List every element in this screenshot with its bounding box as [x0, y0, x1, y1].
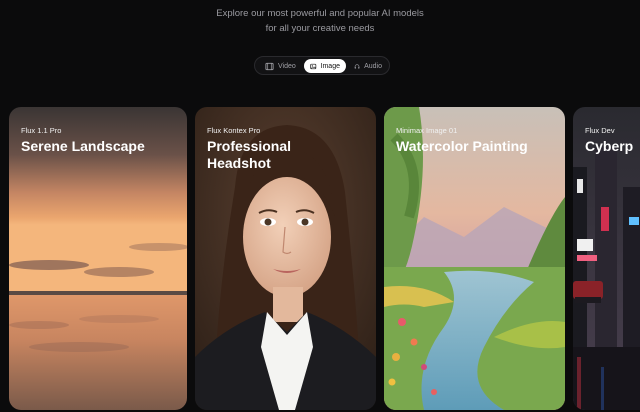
tab-video-label: Video — [278, 62, 296, 70]
card-title: Professional Headshot — [207, 138, 292, 171]
headphones-icon — [354, 63, 360, 69]
tab-image-label: Image — [320, 62, 340, 70]
model-card-watercolor-painting[interactable]: Minimax Image 01 Watercolor Painting — [384, 107, 565, 410]
tab-audio-label: Audio — [364, 62, 382, 70]
model-card-serene-landscape[interactable]: Flux 1.1 Pro Serene Landscape — [9, 107, 187, 410]
tab-video[interactable]: Video — [259, 59, 303, 73]
model-name: Flux Dev — [585, 126, 615, 135]
film-icon — [265, 62, 274, 70]
subtitle-line-2: for all your creative needs — [265, 23, 375, 34]
media-type-tabs: Video Image Audio — [254, 56, 390, 75]
tab-image[interactable]: Image — [304, 59, 346, 73]
model-name: Flux Kontex Pro — [207, 126, 261, 135]
card-title: Watercolor Painting — [396, 138, 528, 154]
model-card-professional-headshot[interactable]: Flux Kontex Pro Professional Headshot — [195, 107, 376, 410]
image-icon — [310, 63, 317, 69]
subtitle-line-1: Explore our most powerful and popular AI… — [216, 8, 424, 19]
model-card-cyberpunk[interactable]: Flux Dev Cyberp — [573, 107, 640, 410]
model-name: Minimax Image 01 — [396, 126, 458, 135]
card-title: Serene Landscape — [21, 138, 145, 154]
section-subtitle: Explore our most powerful and popular AI… — [0, 6, 640, 36]
card-title: Cyberp — [585, 138, 634, 154]
model-name: Flux 1.1 Pro — [21, 126, 62, 135]
tab-audio[interactable]: Audio — [348, 59, 388, 73]
